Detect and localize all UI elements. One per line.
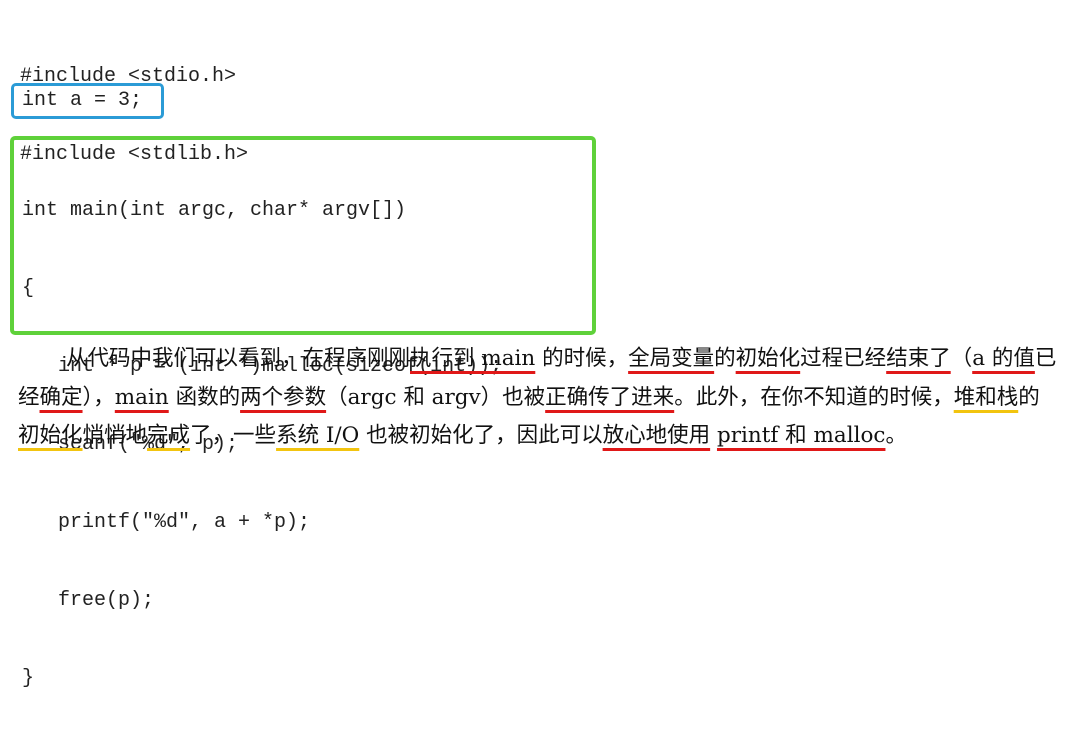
underlined-phrase-red: main [114,384,169,410]
underlined-phrase-red: 执行到 main [410,346,536,371]
paragraph-content: 从代码中我们可以看到，在程序刚刚执行到 main 的时候，全局变量的初始化过程已… [18,346,1056,448]
paragraph-text: 从代码中我们可以看到，在程序刚刚 [66,346,411,371]
explanation-paragraph: 从代码中我们可以看到，在程序刚刚执行到 main 的时候，全局变量的初始化过程已… [18,340,1058,456]
underlined-phrase-red: 全局变量 [628,346,715,371]
paragraph-text: ）， [82,384,115,410]
underlined-phrase-yellow: 初始化 [18,423,83,448]
paragraph-text [710,423,717,448]
paragraph-text: （argc 和 argv）也被 [326,384,546,410]
paragraph-text: 的时候， [535,346,629,371]
paragraph-text: 。此外，在你不知道的时候， [674,384,954,410]
code-line: { [22,277,35,300]
underlined-phrase-yellow: 堆和栈 [953,384,1019,410]
paragraph-text: 。 [885,423,907,448]
paragraph-text: 过程已经 [800,346,887,371]
underlined-phrase-red: a 的值 [972,346,1035,371]
underlined-phrase-red: 两个参数 [240,384,327,410]
underlined-phrase-red: 正确传了进来 [545,384,675,410]
underlined-phrase-red: 结束了 [886,346,951,371]
underlined-phrase-red: printf 和 malloc [716,423,886,448]
paragraph-text: （ [950,346,973,371]
paragraph-body: 从代码中我们可以看到，在程序刚刚执行到 main 的时候，全局变量的初始化过程已… [18,340,1058,456]
paragraph-text: 的 [714,346,736,371]
underlined-phrase-red: 放心地使用 [602,423,711,448]
code-line: } [22,667,35,690]
underlined-phrase-red: 确定 [39,384,83,410]
paragraph-text: 函数的 [168,384,241,410]
main-function-box: int main(int argc, char* argv[]) { int *… [10,136,596,690]
global-declaration: int a = 3; [22,89,143,112]
underlined-phrase-yellow: 系统 I/O [276,423,360,448]
paragraph-text: 也被初始化了，因此可以 [359,423,603,448]
paragraph-text: 的 [1018,384,1040,410]
underlined-phrase-yellow: 完成 [147,423,191,448]
paragraph-text: 悄悄地 [82,423,148,448]
underlined-phrase-red: 初始化 [735,346,801,371]
code-line: int main(int argc, char* argv[]) [22,199,407,222]
code-line: free(p); [22,589,155,612]
paragraph-text: 了，一些 [190,423,277,448]
global-variable-box: int a = 3; [11,83,164,119]
